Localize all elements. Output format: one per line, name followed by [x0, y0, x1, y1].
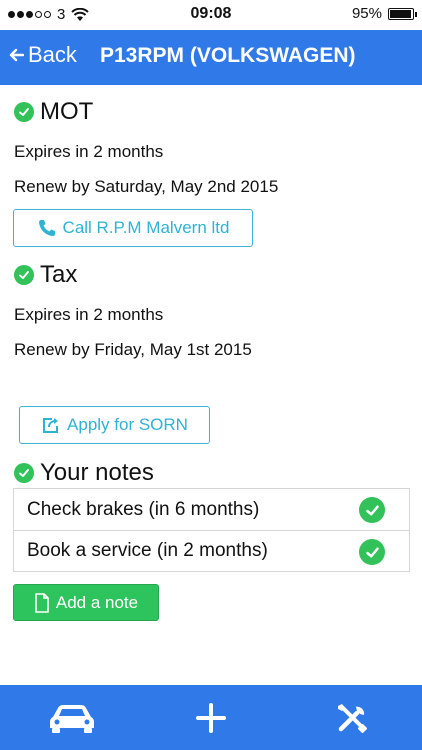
notes-section-title: Your notes	[14, 459, 154, 487]
apply-sorn-label: Apply for SORN	[67, 415, 188, 434]
check-icon	[14, 265, 34, 285]
page-title: P13RPM (VOLKSWAGEN)	[100, 44, 356, 67]
complete-check-icon[interactable]	[359, 497, 385, 523]
battery-icon	[388, 7, 417, 20]
note-item[interactable]: Check brakes (in 6 months)	[14, 489, 409, 530]
mot-expires: Expires in 2 months	[14, 142, 164, 161]
document-icon	[35, 592, 49, 613]
note-text: Book a service (in 2 months)	[27, 540, 268, 561]
apply-sorn-button[interactable]: Apply for SORN	[19, 406, 210, 444]
note-item[interactable]: Book a service (in 2 months)	[14, 530, 409, 571]
car-icon	[50, 705, 94, 733]
check-icon	[14, 102, 34, 122]
add-note-label: Add a note	[55, 592, 139, 612]
notes-title: Your notes	[40, 459, 154, 486]
tab-vehicles[interactable]	[42, 697, 102, 739]
vehicle-details: MOT Expires in 2 months Renew by Saturda…	[0, 85, 422, 685]
tools-icon	[338, 704, 368, 734]
tax-title: Tax	[40, 261, 78, 288]
tab-add[interactable]	[181, 697, 241, 739]
tax-expires: Expires in 2 months	[14, 305, 164, 324]
back-arrow-icon	[9, 48, 24, 62]
mot-renew-date: Renew by Saturday, May 2nd 2015	[14, 177, 279, 196]
complete-check-icon[interactable]	[359, 539, 385, 565]
status-bar: 3 09:08 95%	[0, 0, 422, 30]
mot-title: MOT	[40, 98, 94, 125]
back-button[interactable]: Back	[8, 42, 77, 68]
phone-icon	[38, 220, 55, 236]
battery-status: 95%	[351, 5, 417, 22]
battery-percent: 95%	[351, 5, 382, 22]
tax-section-title: Tax	[14, 261, 77, 289]
navigation-bar: Back P13RPM (VOLKSWAGEN)	[0, 30, 422, 85]
note-text: Check brakes (in 6 months)	[27, 498, 260, 520]
tax-renew-date: Renew by Friday, May 1st 2015	[14, 340, 252, 359]
tab-settings[interactable]	[322, 697, 382, 739]
add-note-button[interactable]: Add a note	[13, 584, 159, 621]
battery-level	[390, 9, 411, 18]
call-garage-button[interactable]: Call R.P.M Malvern ltd	[13, 209, 253, 247]
mot-section-title: MOT	[14, 98, 93, 126]
plus-icon	[196, 703, 226, 733]
share-icon	[43, 418, 59, 433]
check-icon	[14, 463, 34, 483]
tab-bar	[0, 685, 422, 750]
notes-list: Check brakes (in 6 months) Book a servic…	[13, 488, 410, 572]
call-garage-label: Call R.P.M Malvern ltd	[62, 218, 230, 237]
back-button-label: Back	[28, 42, 77, 67]
